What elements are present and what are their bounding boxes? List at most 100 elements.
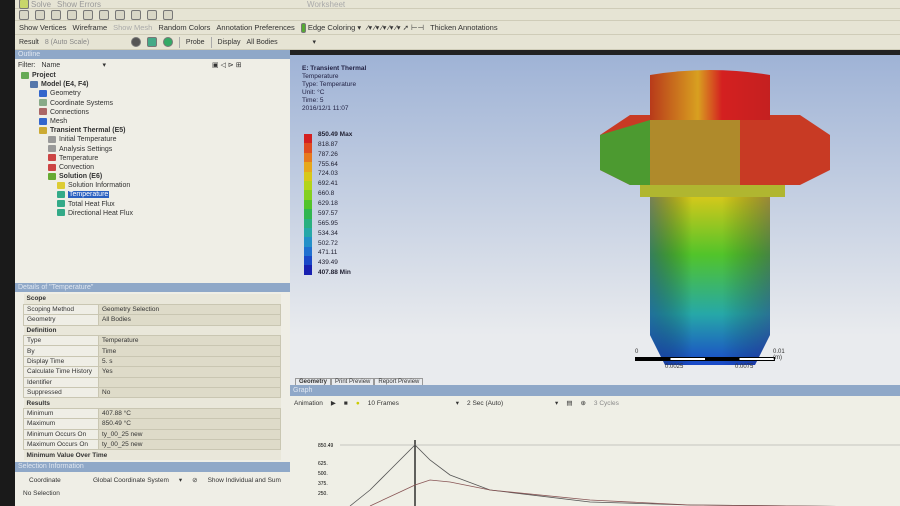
view-tabs: Geometry Print Preview Report Preview <box>295 376 424 385</box>
tree-item[interactable]: Transient Thermal (E5) <box>15 126 290 135</box>
details-row: Scoping Method Geometry Selection <box>23 303 281 316</box>
outline-tool-icons[interactable]: ▣ ◁ ⊳ ⊞ <box>212 61 242 69</box>
toolbar-result: Result 8 (Auto Scale) Probe Display All … <box>15 35 900 50</box>
legend-value: 534.34 <box>318 229 338 237</box>
temperature-history-chart: 850.49 625. 500. 375. 250. <box>318 440 900 506</box>
legend-swatch <box>304 218 312 228</box>
tree-node-icon <box>48 135 56 143</box>
probe-button[interactable]: Probe <box>186 39 205 46</box>
box-select-icon[interactable] <box>163 9 173 20</box>
tree-node-icon <box>57 191 65 199</box>
tree-node-icon <box>30 80 38 88</box>
color-legend <box>304 134 312 275</box>
tree-node-icon <box>57 200 65 208</box>
details-row: Minimum 407.88 °C <box>23 407 281 420</box>
annotation-preferences-button[interactable]: Annotation Preferences <box>216 23 294 32</box>
legend-value: 597.57 <box>318 209 338 217</box>
legend-swatch <box>304 265 312 275</box>
tree-item[interactable]: Solution Information <box>15 181 290 190</box>
show-mesh-button[interactable]: Show Mesh <box>113 23 152 32</box>
thicken-annotations-button[interactable]: Thicken Annotations <box>430 23 498 32</box>
show-individual-dropdown[interactable]: Show Individual and Sum <box>208 477 281 484</box>
select-icon[interactable] <box>19 9 29 20</box>
magnifier-icon[interactable] <box>115 9 125 20</box>
worksheet-button[interactable]: Worksheet <box>307 0 345 9</box>
frames-dropdown[interactable]: 10 Frames <box>368 400 448 407</box>
scale-dropdown[interactable]: 8 (Auto Scale) <box>45 39 125 46</box>
legend-value: 502.72 <box>318 239 338 247</box>
y-tick-label: 625. <box>318 461 328 467</box>
tree-item[interactable]: Solution (E6) <box>15 172 290 181</box>
tree-item[interactable]: Convection <box>15 163 290 172</box>
min-series-line <box>369 479 838 506</box>
play-button[interactable]: ▶ <box>331 399 336 407</box>
tree-node-icon <box>39 99 47 107</box>
pan-icon[interactable] <box>51 9 61 20</box>
selection-bar: Coordinate Global Coordinate System ▾ ⊘ S… <box>29 476 281 485</box>
legend-swatch <box>304 180 312 191</box>
fit-icon[interactable] <box>99 9 109 20</box>
screen-bezel <box>0 0 15 506</box>
tree-item[interactable]: Connections <box>15 108 290 117</box>
rotate-icon[interactable] <box>35 9 45 20</box>
zoom-fit-icon[interactable]: ⊕ <box>580 399 585 407</box>
tree-item[interactable]: Temperature <box>15 190 290 199</box>
tree-item[interactable]: Geometry <box>15 89 290 98</box>
coordinate-dropdown[interactable]: Global Coordinate System <box>93 477 169 484</box>
details-row: Geometry All Bodies <box>23 314 281 326</box>
bolt-model[interactable] <box>590 65 850 385</box>
tree-node-icon <box>39 108 47 116</box>
show-vertices-button[interactable]: Show Vertices <box>19 23 67 32</box>
display-dropdown[interactable]: All Bodies <box>246 39 306 46</box>
graphics-viewport[interactable]: E: Transient Thermal Temperature Type: Te… <box>290 55 900 385</box>
details-row: Type Temperature <box>23 335 281 347</box>
tree-item[interactable]: Temperature <box>15 154 290 163</box>
check-icon[interactable]: ⊘ <box>192 476 197 484</box>
solve-button[interactable]: Solve <box>19 0 51 9</box>
view-tab[interactable]: Report Preview <box>374 378 424 385</box>
details-row: Suppressed No <box>23 386 281 399</box>
graph-header: Graph <box>290 385 900 396</box>
stop-button[interactable]: ■ <box>344 400 348 407</box>
tree-item[interactable]: Project <box>15 71 290 80</box>
details-table: Scope Scoping Method Geometry Selection Geo… <box>23 294 281 461</box>
contour-icon[interactable] <box>130 37 141 47</box>
solve-icon <box>19 0 29 9</box>
tree-node-icon <box>48 172 56 180</box>
tree-item[interactable]: Directional Heat Flux <box>15 209 290 218</box>
view-tab[interactable]: Geometry <box>295 378 332 385</box>
tree-item[interactable]: Model (E4, F4) <box>15 80 290 89</box>
edge-coloring-dropdown[interactable]: Edge Coloring ▾ <box>300 22 361 33</box>
details-row: Display Time 5. s <box>23 355 281 368</box>
tree-node-icon <box>57 181 65 189</box>
wireframe-button[interactable]: Wireframe <box>73 23 108 32</box>
zoom-in-icon[interactable] <box>67 9 77 20</box>
edge-style-icons[interactable]: ⁄▾ ⁄▾ ⁄▾ ⁄▾ ⁄▾ ➚ ⊢⊣ <box>367 23 424 32</box>
tree-item[interactable]: Total Heat Flux <box>15 200 290 209</box>
tree-item[interactable]: Analysis Settings <box>15 145 290 154</box>
filter-dropdown[interactable]: Name <box>42 62 97 69</box>
legend-icon[interactable] <box>146 37 157 47</box>
next-view-icon[interactable] <box>147 9 157 20</box>
details-row: Minimum Occurs On ty_00_25 new <box>23 428 281 440</box>
left-panel: Outline Filter: Name ▾ ▣ ◁ ⊳ ⊞ Project Mod… <box>15 50 290 506</box>
tree-node-icon <box>39 126 47 134</box>
random-colors-button[interactable]: Random Colors <box>158 23 210 32</box>
zoom-box-icon[interactable] <box>83 9 93 20</box>
globe-icon[interactable] <box>162 37 173 47</box>
tree-node-icon <box>21 71 29 79</box>
bulb-icon[interactable]: ● <box>356 400 360 407</box>
tree-item[interactable]: Coordinate Systems <box>15 99 290 108</box>
details-group: Scope <box>23 294 281 305</box>
graph-panel: Graph Animation ▶ ■ ● 10 Frames ▾ 2 Sec (A… <box>290 385 900 506</box>
tree-item[interactable]: Mesh <box>15 117 290 126</box>
previous-view-icon[interactable] <box>131 9 141 20</box>
speed-dropdown[interactable]: 2 Sec (Auto) <box>467 400 547 407</box>
view-tab[interactable]: Print Preview <box>331 378 375 385</box>
legend-swatch <box>304 237 312 247</box>
show-errors-button[interactable]: Show Errors <box>57 0 101 9</box>
cycles-dropdown[interactable]: 3 Cycles <box>594 400 619 407</box>
export-icon[interactable]: ▤ <box>566 399 572 407</box>
tree-node-icon <box>48 163 56 171</box>
tree-item[interactable]: Initial Temperature <box>15 135 290 144</box>
